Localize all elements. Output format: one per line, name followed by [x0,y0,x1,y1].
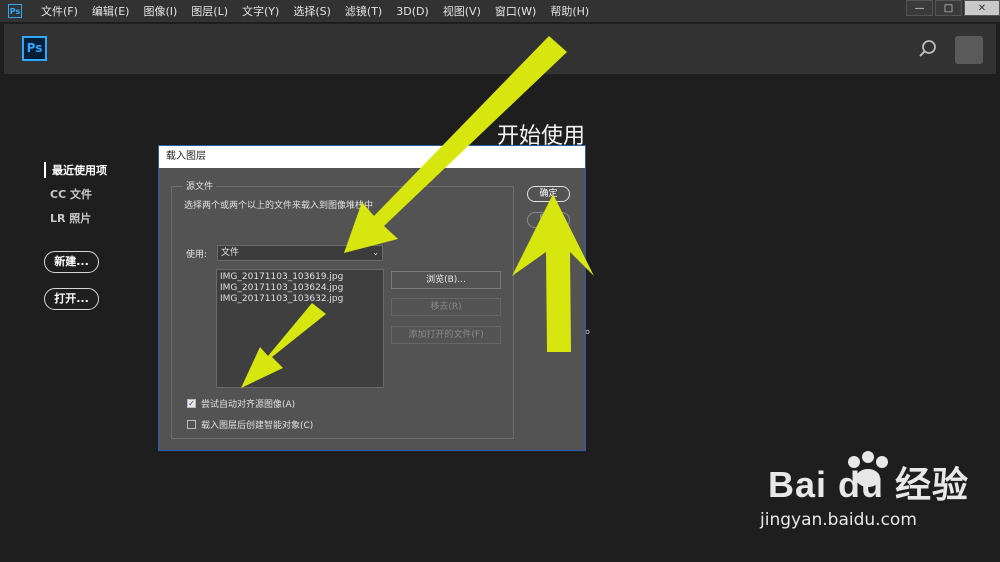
menu-layer[interactable]: 图层(L) [184,3,235,19]
menu-bar: Ps 文件(F) 编辑(E) 图像(I) 图层(L) 文字(Y) 选择(S) 滤… [0,0,1000,22]
menu-type[interactable]: 文字(Y) [235,3,286,19]
menu-select[interactable]: 选择(S) [286,3,338,19]
window-controls: — □ ✕ [904,0,1000,17]
file-list[interactable]: IMG_20171103_103619.jpg IMG_20171103_103… [216,269,384,388]
source-files-label: 源文件 [183,179,217,192]
checkbox-checked-icon[interactable]: ✓ [187,399,196,408]
browse-button[interactable]: 浏览(B)... [391,271,501,289]
smart-object-checkbox-row[interactable]: 载入图层后创建智能对象(C) [187,418,313,431]
sidebar-item-recent[interactable]: 最近使用项 [44,162,107,178]
home-header [4,24,996,74]
list-item[interactable]: IMG_20171103_103632.jpg [220,294,380,305]
open-button[interactable]: 打开... [44,288,99,310]
use-select[interactable]: 文件 ⌄ [217,245,383,261]
close-button[interactable]: ✕ [964,0,1000,16]
photoshop-app-icon: Ps [8,4,22,18]
list-item[interactable]: IMG_20171103_103619.jpg [220,272,380,283]
photoshop-logo[interactable]: Ps [22,36,47,61]
ok-button[interactable]: 确定 [527,186,570,202]
smart-object-checkbox-label: 载入图层后创建智能对象(C) [201,421,314,431]
paw-icon [848,451,888,487]
align-checkbox-row[interactable]: ✓ 尝试自动对齐源图像(A) [187,397,295,410]
menu-window[interactable]: 窗口(W) [488,3,543,19]
menu-file[interactable]: 文件(F) [34,3,85,19]
home-sidebar: 最近使用项 CC 文件 LR 照片 [44,162,107,234]
baidu-jingyan-watermark: Bai du 经验 jingyan.baidu.com [760,451,969,530]
chevron-down-icon: ⌄ [372,248,379,257]
cancel-button[interactable]: 取消 [527,212,570,228]
use-select-value: 文件 [221,248,240,258]
list-item[interactable]: IMG_20171103_103624.jpg [220,283,380,294]
remove-button[interactable]: 移去(R) [391,298,501,316]
menu-3d[interactable]: 3D(D) [389,5,436,18]
background-text: 。 [585,322,599,337]
menu-view[interactable]: 视图(V) [436,3,488,19]
add-open-files-button[interactable]: 添加打开的文件(F) [391,326,501,344]
menu-filter[interactable]: 滤镜(T) [338,3,389,19]
use-label: 使用: [186,250,208,260]
align-checkbox-label: 尝试自动对齐源图像(A) [201,400,296,410]
sidebar-item-cc-files[interactable]: CC 文件 [44,186,107,202]
load-layers-dialog: 载入图层 源文件 选择两个或两个以上的文件来载入到图像堆栈中 使用: 文件 ⌄ … [158,145,586,451]
minimize-button[interactable]: — [906,0,933,16]
watermark-url: jingyan.baidu.com [760,510,917,530]
menu-image[interactable]: 图像(I) [136,3,184,19]
maximize-button[interactable]: □ [935,0,962,16]
sidebar-item-lr-photos[interactable]: LR 照片 [44,210,107,226]
new-button[interactable]: 新建... [44,251,99,273]
menu-help[interactable]: 帮助(H) [543,3,596,19]
dialog-title: 载入图层 [159,146,585,168]
dialog-description: 选择两个或两个以上的文件来载入到图像堆栈中 [184,201,374,211]
avatar[interactable] [955,36,983,64]
search-icon[interactable] [917,38,939,60]
checkbox-unchecked-icon[interactable] [187,420,196,429]
menu-edit[interactable]: 编辑(E) [85,3,137,19]
